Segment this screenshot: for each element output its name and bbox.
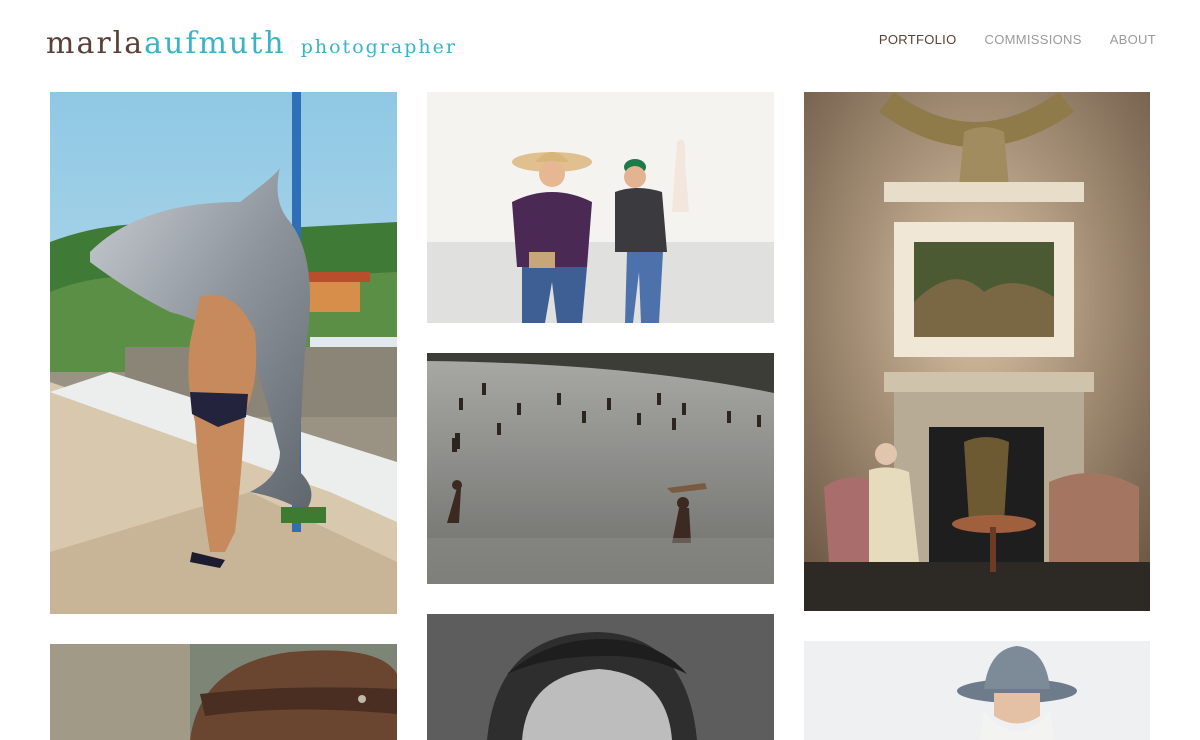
logo-first-name: marla <box>46 26 145 61</box>
logo-tagline: photographer <box>300 36 457 58</box>
photo-elderly-woman-in-ornate-room[interactable] <box>804 92 1150 611</box>
photo-brown-fedora-hat[interactable] <box>50 644 397 740</box>
site-logo[interactable]: marlaaufmuth photographer <box>46 26 457 61</box>
photo-boys-running-in-cowboy-hats[interactable] <box>427 92 774 323</box>
logo-last-name: aufmuth <box>144 26 286 61</box>
photo-black-and-white-portrait[interactable] <box>427 614 774 740</box>
photo-people-wading-in-sea[interactable] <box>427 353 774 584</box>
nav-about[interactable]: ABOUT <box>1110 32 1156 47</box>
nav-commissions[interactable]: COMMISSIONS <box>985 32 1082 47</box>
photo-bearded-man-in-cowboy-hat[interactable] <box>804 641 1150 740</box>
main-nav: PORTFOLIO COMMISSIONS ABOUT <box>879 32 1156 47</box>
nav-portfolio[interactable]: PORTFOLIO <box>879 32 957 47</box>
photo-man-with-dolphin-statue[interactable] <box>50 92 397 614</box>
